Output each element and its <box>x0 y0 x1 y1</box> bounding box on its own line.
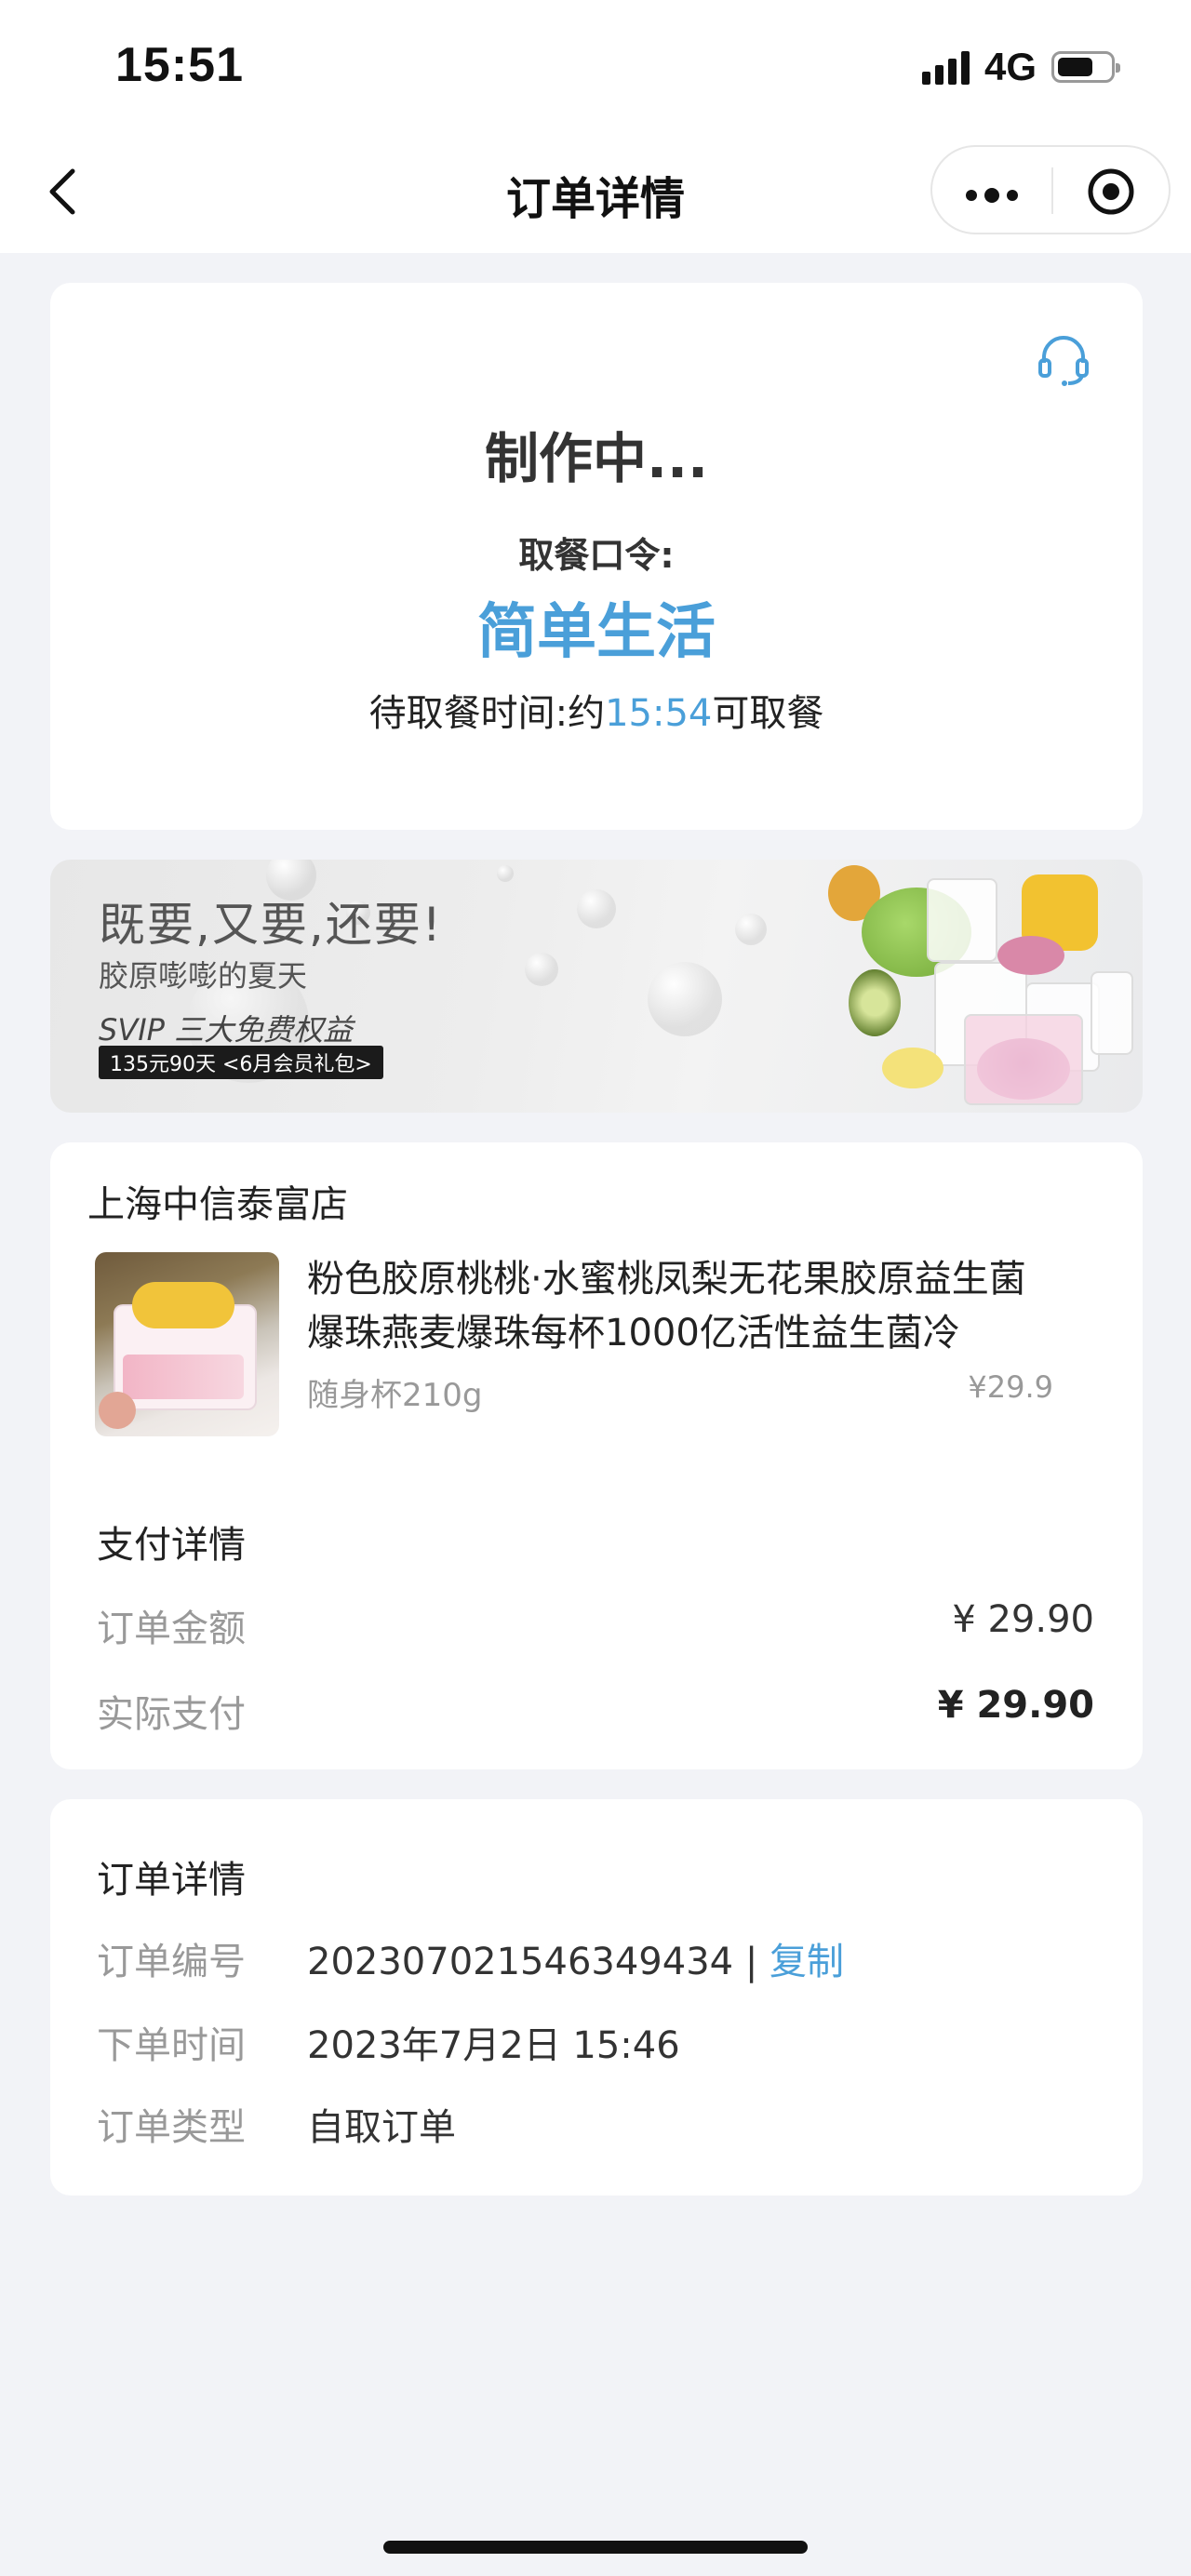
banner-headline: 既要,又要,还要! <box>99 898 443 952</box>
status-time: 15:51 <box>115 38 244 92</box>
order-amount-row: 订单金额 ¥ 29.90 <box>97 1598 1094 1652</box>
order-amount-label: 订单金额 <box>97 1608 246 1650</box>
promo-banner[interactable]: 既要,又要,还要! 胶原嘭嘭的夏天 SVIP 三大免费权益 135元90天 <6… <box>50 860 1143 1113</box>
signal-icon <box>921 49 970 85</box>
details-section-title: 订单详情 <box>97 1859 246 1902</box>
order-card: 上海中信泰富店 粉色胶原桃桃·水蜜桃凤梨无花果胶原益生菌爆珠燕麦爆珠每杯1000… <box>50 1142 1143 1769</box>
product-image[interactable] <box>95 1252 279 1436</box>
banner-subline: 胶原嘭嘭的夏天 <box>99 958 308 994</box>
banner-tag: 135元90天 <6月会员礼包> <box>99 1046 383 1079</box>
product-spec: 随身杯210g <box>307 1377 483 1414</box>
order-number-label: 订单编号 <box>97 1941 246 1983</box>
copy-button[interactable]: 复制 <box>769 1941 844 1983</box>
status-bar: 15:51 4G <box>0 0 1191 130</box>
pickup-time-prefix: 待取餐时间:约 <box>368 692 606 735</box>
product-price: ¥29.9 <box>968 1369 1053 1405</box>
status-indicators: 4G <box>921 45 1120 89</box>
more-dots-icon[interactable] <box>966 188 1018 203</box>
order-status-title: 制作中... <box>484 427 709 490</box>
order-type-label: 订单类型 <box>97 2106 246 2149</box>
battery-icon <box>1051 51 1120 83</box>
pickup-code-label: 取餐口令: <box>518 535 675 576</box>
paid-amount-row: 实际支付 ¥ 29.90 <box>97 1684 1094 1738</box>
pickup-time-suffix: 可取餐 <box>712 692 824 735</box>
order-time-label: 下单时间 <box>97 2024 246 2067</box>
payment-section-title: 支付详情 <box>97 1524 246 1567</box>
target-circle-icon[interactable] <box>1087 167 1135 216</box>
nav-bar: 订单详情 <box>0 130 1191 253</box>
mini-program-capsule <box>930 145 1171 234</box>
order-number-group: 202307021546349434 | 复制 <box>307 1931 844 1985</box>
product-name[interactable]: 粉色胶原桃桃·水蜜桃凤梨无花果胶原益生菌爆珠燕麦爆珠每杯1000亿活性益生菌冷 <box>307 1252 1051 1360</box>
network-type: 4G <box>984 45 1037 88</box>
headset-icon[interactable] <box>1033 329 1094 391</box>
banner-svip-line: SVIP 三大免费权益 <box>99 1012 354 1048</box>
pickup-time-value: 15:54 <box>605 692 713 735</box>
order-amount-value: ¥ 29.90 <box>952 1598 1094 1641</box>
order-number-value: 202307021546349434 <box>307 1941 734 1983</box>
paid-amount-value: ¥ 29.90 <box>937 1684 1094 1727</box>
order-details-card: 订单详情 订单编号 202307021546349434 | 复制 下单时间 2… <box>50 1799 1143 2196</box>
capsule-divider <box>1051 167 1053 214</box>
shop-name[interactable]: 上海中信泰富店 <box>87 1174 348 1228</box>
pickup-time-text: 待取餐时间:约15:54可取餐 <box>50 683 1143 737</box>
order-time-value: 2023年7月2日 15:46 <box>307 2024 680 2067</box>
order-status-card: 制作中... 取餐口令: 简单生活 待取餐时间:约15:54可取餐 <box>50 283 1143 830</box>
order-number-separator: | <box>744 1941 758 1983</box>
paid-amount-label: 实际支付 <box>97 1693 246 1736</box>
pickup-code: 简单生活 <box>477 598 716 667</box>
order-type-value: 自取订单 <box>307 2106 456 2149</box>
home-indicator[interactable] <box>383 2541 808 2554</box>
